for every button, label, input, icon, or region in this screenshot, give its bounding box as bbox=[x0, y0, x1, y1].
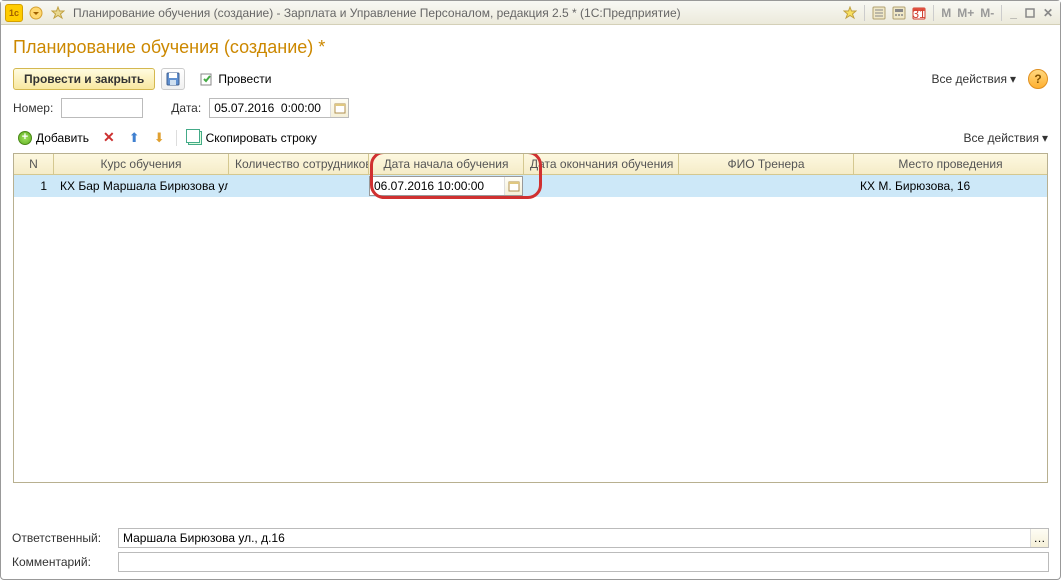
cell-start-date[interactable] bbox=[369, 176, 524, 196]
col-header-count[interactable]: Количество сотрудников bbox=[229, 154, 369, 174]
copy-icon bbox=[188, 131, 202, 145]
m-minus-button[interactable]: M- bbox=[978, 6, 996, 20]
process-button[interactable]: Провести bbox=[191, 68, 280, 90]
tool-icon-1[interactable] bbox=[870, 4, 888, 22]
start-date-picker-button[interactable] bbox=[504, 177, 522, 195]
arrow-up-icon: ⬆ bbox=[129, 130, 140, 146]
app-icon-1c: 1c bbox=[5, 4, 23, 22]
calendar-small-icon bbox=[334, 102, 346, 114]
bottom-form: Ответственный: … Комментарий: bbox=[12, 524, 1049, 572]
plus-icon: + bbox=[18, 131, 32, 145]
comment-label: Комментарий: bbox=[12, 555, 112, 569]
start-date-input[interactable] bbox=[370, 179, 504, 193]
process-label: Провести bbox=[218, 72, 271, 86]
svg-text:31: 31 bbox=[913, 7, 927, 20]
cell-n: 1 bbox=[14, 177, 54, 195]
table-row[interactable]: 1 КХ Бар Маршала Бирюзова ул.,... КХ М. … bbox=[14, 175, 1047, 197]
dropdown-icon: ▾ bbox=[1042, 131, 1048, 145]
help-button[interactable]: ? bbox=[1028, 69, 1048, 89]
close-button[interactable]: ✕ bbox=[1040, 6, 1056, 20]
titlebar: 1c Планирование обучения (создание) - За… bbox=[1, 1, 1060, 25]
col-header-start-date[interactable]: Дата начала обучения bbox=[369, 154, 524, 174]
titlebar-dropdown[interactable] bbox=[27, 4, 45, 22]
delete-row-button[interactable]: ✕ bbox=[98, 126, 120, 149]
date-input[interactable] bbox=[210, 99, 330, 117]
add-row-button[interactable]: + Добавить bbox=[13, 128, 94, 148]
m-button[interactable]: M bbox=[939, 6, 953, 20]
col-header-course[interactable]: Курс обучения bbox=[54, 154, 229, 174]
window-title: Планирование обучения (создание) - Зарпл… bbox=[73, 6, 841, 20]
col-header-end-date[interactable]: Дата окончания обучения bbox=[524, 154, 679, 174]
favorite-star-icon[interactable] bbox=[841, 4, 859, 22]
comment-input[interactable] bbox=[119, 553, 1048, 571]
dropdown-icon: ▾ bbox=[1010, 72, 1016, 86]
cell-place[interactable]: КХ М. Бирюзова, 16 bbox=[854, 177, 1047, 195]
page-title: Планирование обучения (создание) * bbox=[13, 37, 1048, 58]
col-header-place[interactable]: Место проведения bbox=[854, 154, 1047, 174]
process-and-close-button[interactable]: Провести и закрыть bbox=[13, 68, 155, 90]
col-header-n[interactable]: N bbox=[14, 154, 54, 174]
move-up-button[interactable]: ⬆ bbox=[124, 127, 145, 149]
col-header-trainer[interactable]: ФИО Тренера bbox=[679, 154, 854, 174]
copy-row-button[interactable]: Скопировать строку bbox=[183, 128, 322, 148]
move-down-button[interactable]: ⬇ bbox=[149, 127, 170, 149]
maximize-button[interactable] bbox=[1022, 8, 1038, 18]
process-icon bbox=[200, 72, 214, 86]
cell-end-date[interactable] bbox=[524, 184, 679, 188]
calculator-icon[interactable] bbox=[890, 4, 908, 22]
date-picker-button[interactable] bbox=[330, 99, 348, 117]
favorite-icon[interactable] bbox=[49, 4, 67, 22]
training-table: N Курс обучения Количество сотрудников Д… bbox=[13, 153, 1048, 483]
cell-course[interactable]: КХ Бар Маршала Бирюзова ул.,... bbox=[54, 177, 229, 195]
responsible-input[interactable] bbox=[119, 529, 1030, 547]
table-all-actions-menu[interactable]: Все действия ▾ bbox=[964, 131, 1049, 145]
cell-trainer[interactable] bbox=[679, 184, 854, 188]
table-toolbar: + Добавить ✕ ⬆ ⬇ Скопировать строку Все … bbox=[13, 126, 1048, 149]
calendar-small-icon bbox=[508, 180, 520, 192]
responsible-label: Ответственный: bbox=[12, 531, 112, 545]
calendar-icon[interactable]: 31 bbox=[910, 4, 928, 22]
cell-count[interactable] bbox=[229, 184, 369, 188]
save-button[interactable] bbox=[161, 68, 185, 90]
delete-icon: ✕ bbox=[103, 129, 115, 146]
all-actions-menu[interactable]: Все действия ▾ bbox=[932, 72, 1017, 86]
date-label: Дата: bbox=[171, 101, 201, 115]
number-input[interactable] bbox=[62, 99, 142, 117]
responsible-select-button[interactable]: … bbox=[1030, 529, 1048, 547]
arrow-down-icon: ⬇ bbox=[154, 130, 165, 146]
m-plus-button[interactable]: M+ bbox=[955, 6, 976, 20]
main-toolbar: Провести и закрыть Провести Все действия… bbox=[13, 68, 1048, 90]
minimize-button[interactable]: _ bbox=[1007, 6, 1020, 20]
number-label: Номер: bbox=[13, 101, 53, 115]
